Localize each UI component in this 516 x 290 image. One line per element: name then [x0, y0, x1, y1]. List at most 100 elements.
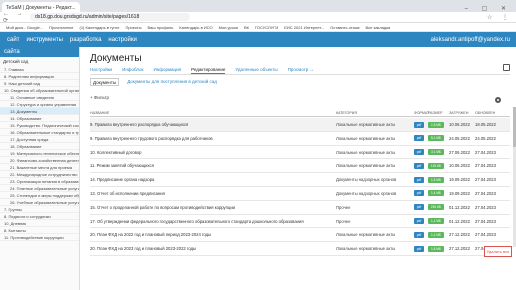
- address-bar-row: ← → ⟳ ds18.gp.dou.grsdsgd.ru/admin/site/…: [0, 11, 516, 24]
- updated-date: 27.04.2023: [475, 149, 496, 155]
- nav-dev[interactable]: разработка: [70, 37, 102, 43]
- sidebar-item[interactable]: 25. Стипендии и меры поддержки обучающих…: [0, 192, 79, 199]
- sidebar-item[interactable]: 12. Структура и органы управления: [0, 101, 79, 108]
- doc-category: Локальные нормативные акты: [336, 122, 396, 127]
- sidebar-item[interactable]: 20. Финансово-хозяйственная деятельность: [0, 157, 79, 164]
- sidebar-site[interactable]: Детский сад: [0, 57, 79, 66]
- table-row[interactable]: 20. План ФХД на 2023 год и плановый 2023…: [90, 242, 510, 256]
- sidebar-item[interactable]: 8. Контакты: [0, 227, 79, 234]
- col-size[interactable]: РАЗМЕР: [428, 111, 442, 115]
- tab-info[interactable]: Информация: [154, 66, 182, 74]
- doc-name[interactable]: 20. План ФХД на 2023 год и плановый 2023…: [90, 246, 330, 251]
- table-row[interactable]: 14. Предписание органа надзора Документы …: [90, 173, 510, 187]
- table-row[interactable]: 20. План ФХД на 2022 год и плановый пери…: [90, 228, 510, 243]
- doc-name[interactable]: 10. Коллективный договор: [90, 150, 330, 155]
- sidebar-item[interactable]: 7. Главная: [0, 66, 79, 73]
- url-input[interactable]: ds18.gp.dou.grsdsgd.ru/admin/site/pages/…: [30, 13, 190, 21]
- sidebar-item[interactable]: 21. Вакантные места для приема: [0, 164, 79, 171]
- window-controls[interactable]: – ▢ ✕: [465, 5, 516, 12]
- table-row[interactable]: 10. Коллективный договор Локальные нормат…: [90, 146, 510, 160]
- nav-settings[interactable]: настройки: [108, 37, 136, 43]
- doc-name[interactable]: 15. Отчет о проделанной работе по вопрос…: [90, 205, 330, 210]
- format-badge: pdf: [414, 231, 424, 238]
- sidebar-item[interactable]: 22. Международное сотрудничество: [0, 171, 79, 178]
- doc-name[interactable]: 9. Правила внутреннего трудового распоря…: [90, 136, 330, 141]
- format-badge: pdf: [414, 162, 424, 169]
- nav-buttons[interactable]: ← → ⟳: [0, 11, 30, 24]
- browser-extensions[interactable]: ☆ ⋮: [487, 14, 516, 21]
- sidebar-item[interactable]: 10. Дневник: [0, 220, 79, 227]
- format-badge: pdf: [414, 204, 424, 211]
- col-name[interactable]: НАЗВАНИЕ: [90, 111, 109, 115]
- table-row[interactable]: 9. Правила внутреннего распорядка обучаю…: [90, 118, 510, 132]
- bookmark-item[interactable]: Проекты: [125, 25, 141, 30]
- tab-edit[interactable]: Редактирование: [191, 66, 226, 74]
- nav-site[interactable]: сайт: [7, 37, 19, 43]
- doc-category: Локальные нормативные акты: [336, 149, 396, 155]
- table-row[interactable]: 11. Режим занятий обучающихся Локальные н…: [90, 159, 510, 174]
- size-badge: 1,5 МБ: [428, 176, 444, 183]
- bookmark-item[interactable]: Оставить отзыв: [330, 25, 359, 30]
- tab-settings[interactable]: Настройки: [90, 66, 112, 74]
- sidebar-item[interactable]: 14. Образование: [0, 115, 79, 122]
- tab-infoblock[interactable]: Инфоблок: [122, 66, 143, 74]
- doc-category: Прочее: [336, 218, 351, 224]
- doc-name[interactable]: 20. План ФХД на 2022 год и плановый пери…: [90, 232, 330, 237]
- sidebar-item[interactable]: 15. Руководство. Педагогический состав: [0, 122, 79, 129]
- sidebar-item[interactable]: 24. Платные образовательные услуги: [0, 185, 79, 192]
- doc-name[interactable]: 17. Об утверждении федерального государс…: [90, 219, 330, 224]
- sidebar-item[interactable]: 23. Организация питания в образовательно…: [0, 178, 79, 185]
- sidebar-item[interactable]: 13. Документы: [0, 108, 79, 115]
- bookmark-item[interactable]: Мои уроки: [219, 25, 238, 30]
- tab-deleted[interactable]: Удаленные объекты: [235, 66, 277, 74]
- bookmark-item[interactable]: Мой диск - Google...: [6, 25, 43, 30]
- sidebar-item[interactable]: 7. Группы: [0, 206, 79, 213]
- bookmark-item[interactable]: Прочитанное: [49, 25, 73, 30]
- col-updated[interactable]: ОБНОВЛЕН: [475, 111, 495, 115]
- bookmark-item[interactable]: ВК: [244, 25, 249, 30]
- sidebar-item[interactable]: 18. Образование: [0, 143, 79, 150]
- size-badge: 181 КБ: [428, 162, 444, 169]
- col-category[interactable]: КАТЕГОРИЯ: [336, 111, 357, 115]
- doc-name[interactable]: 9. Правила внутреннего распорядка обучаю…: [90, 122, 330, 127]
- filter-button[interactable]: + Фильтр: [90, 95, 109, 100]
- bookmark-item[interactable]: ЕИС 2021 Интернет...: [284, 25, 324, 30]
- sidebar-item[interactable]: 17. Доступная среда: [0, 136, 79, 143]
- gear-icon[interactable]: [495, 97, 501, 103]
- doc-name[interactable]: 13. Отчет об исполнении предписания: [90, 191, 330, 196]
- col-format[interactable]: ФОРМАТ: [414, 111, 429, 115]
- bookmark-item[interactable]: Ваш профиль: [148, 25, 174, 30]
- bookmark-item[interactable]: Календарь в ИСО: [179, 25, 212, 30]
- sidebar-item[interactable]: 9. Наш детский сад: [0, 80, 79, 87]
- doc-category: Локальные нормативные акты: [336, 135, 396, 141]
- sidebar-item[interactable]: 11. Основные сведения: [0, 94, 79, 101]
- delete-all-button[interactable]: Удалить все: [484, 246, 512, 257]
- table-row[interactable]: 13. Отчет об исполнении предписания Докум…: [90, 187, 510, 201]
- table-row[interactable]: 17. Об утверждении федерального государс…: [90, 215, 510, 229]
- subtab-admission-docs[interactable]: Документы для поступления в детский сад: [127, 78, 217, 86]
- sidebar-item[interactable]: 10. Сведения об образовательной организа…: [0, 87, 79, 94]
- bookmark-item[interactable]: ГОСУСЛУГИ: [255, 25, 278, 30]
- table-row[interactable]: 15. Отчет о проделанной работе по вопрос…: [90, 201, 510, 215]
- table-row[interactable]: 9. Правила внутреннего трудового распоря…: [90, 132, 510, 146]
- doc-name[interactable]: 11. Режим занятий обучающихся: [90, 163, 330, 168]
- user-email[interactable]: aleksandr.antipoff@yandex.ru: [431, 37, 516, 43]
- sidebar-item[interactable]: 26. Учебные образовательные услуги: [0, 199, 79, 206]
- subtab-documents[interactable]: Документы: [90, 78, 120, 86]
- col-uploaded[interactable]: ЗАГРУЖЕН: [449, 111, 468, 115]
- nav-tools[interactable]: инструменты: [26, 37, 62, 43]
- sidebar: сайта Детский сад 7. Главная 8. Родителям…: [0, 47, 80, 290]
- sidebar-item[interactable]: 8. Педагоги и сотрудники: [0, 213, 79, 220]
- doc-name[interactable]: 14. Предписание органа надзора: [90, 177, 330, 182]
- main-content: Документы Настройки Инфоблок Информация …: [80, 47, 516, 290]
- sidebar-item[interactable]: 11. Противодействие коррупции: [0, 234, 79, 241]
- updated-date: 27.04.2023: [475, 232, 496, 238]
- bookmark-item[interactable]: (1) Календарь в гугле: [80, 25, 120, 30]
- sidebar-item[interactable]: 19. Материально-техническое обеспечение: [0, 150, 79, 157]
- sidebar-item[interactable]: 16. Образовательные стандарты и требован…: [0, 129, 79, 136]
- tab-preview[interactable]: Просмотр →: [288, 66, 314, 74]
- bookmark-item[interactable]: Все закладки: [365, 25, 390, 30]
- updated-date: 27.04.2023: [475, 177, 496, 183]
- sidebar-item[interactable]: 8. Родителям информация: [0, 73, 79, 80]
- top-navbar: сайт инструменты разработка настройки al…: [0, 32, 516, 47]
